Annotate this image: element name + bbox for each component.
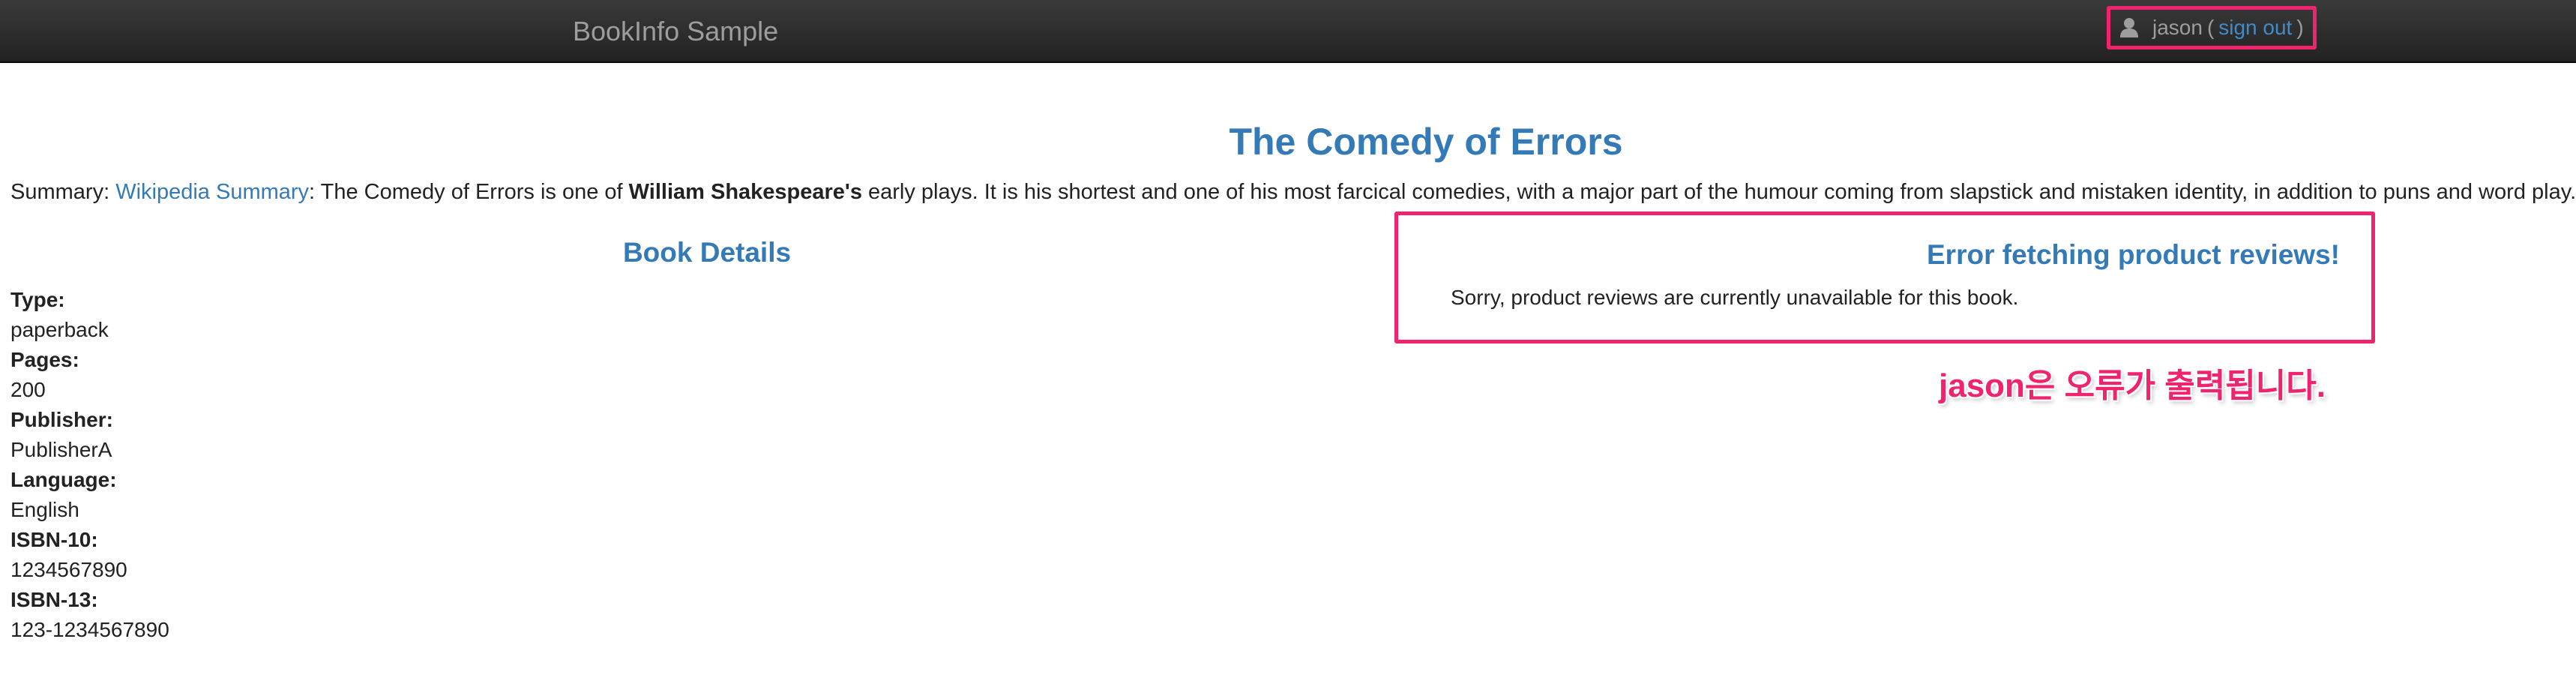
user-info-box: jason ( sign out ) [2107,6,2317,50]
book-title: The Comedy of Errors [1229,121,1623,163]
summary-text-after: early plays. It is his shortest and one … [868,180,2576,204]
reviews-error-box: Error fetching product reviews! Sorry, p… [1394,212,2375,344]
book-summary: Summary: Wikipedia Summary: The Comedy o… [10,177,2576,207]
close-paren: ) [2296,16,2304,39]
user-icon [2119,17,2139,38]
annotation-label: jason은 오류가 출력됩니다. [1939,368,2326,404]
detail-value-publisher: PublisherA [10,438,112,461]
reviews-error-heading: Error fetching product reviews! [1927,239,2340,270]
detail-value-type: paperback [10,318,109,341]
wikipedia-summary-link[interactable]: Wikipedia Summary [115,180,309,204]
detail-label-type: Type: [10,288,65,311]
open-paren: ( [2206,16,2215,39]
brand-title[interactable]: BookInfo Sample [573,10,778,52]
summary-text-before: : The Comedy of Errors is one of [309,180,623,204]
summary-label: Summary: [10,180,110,204]
detail-value-pages: 200 [10,378,46,401]
top-navbar: BookInfo Sample jason ( sign out ) [0,0,2576,63]
detail-label-language: Language: [10,468,117,491]
detail-label-pages: Pages: [10,348,79,371]
detail-label-isbn13: ISBN-13: [10,588,98,611]
summary-author: William Shakespeare's [628,180,862,204]
sign-out-link[interactable]: sign out [2218,16,2292,40]
detail-label-isbn10: ISBN-10: [10,528,98,551]
detail-value-isbn10: 1234567890 [10,558,127,581]
book-details-heading: Book Details [622,237,792,268]
detail-value-language: English [10,498,79,521]
detail-value-isbn13: 123-1234567890 [10,618,169,641]
reviews-error-message: Sorry, product reviews are currently una… [1451,286,2019,309]
username: jason [2152,16,2203,39]
book-details-list: Type: paperback Pages: 200 Publisher: Pu… [10,285,169,645]
detail-label-publisher: Publisher: [10,408,113,431]
